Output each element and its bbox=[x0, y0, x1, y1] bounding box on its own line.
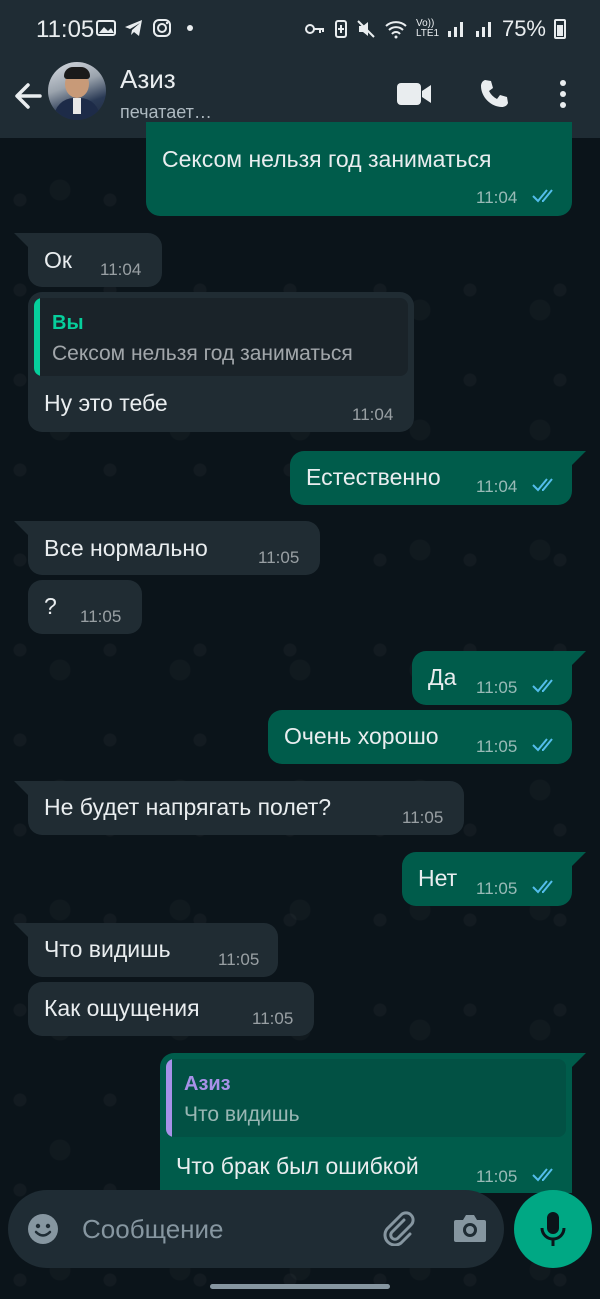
message-bubble-outgoing[interactable]: Естественно 11:04 bbox=[290, 451, 572, 505]
message-bubble-incoming[interactable]: Как ощущения 11:05 bbox=[28, 982, 314, 1036]
message-time: 11:04 bbox=[100, 260, 142, 279]
key-icon bbox=[304, 24, 324, 34]
mic-button[interactable] bbox=[514, 1190, 592, 1268]
system-icons: Vo)) LTE1 75% bbox=[304, 16, 566, 42]
bubble-tail bbox=[572, 1053, 586, 1067]
status-time: 11:05 bbox=[36, 16, 95, 43]
battery-icon bbox=[554, 19, 566, 39]
read-ticks-icon bbox=[532, 1168, 553, 1182]
message-text: Что видишь bbox=[44, 936, 171, 962]
avatar[interactable] bbox=[48, 62, 106, 120]
signal-icon bbox=[447, 22, 463, 37]
message-time: 11:05 bbox=[476, 737, 518, 756]
message-time: 11:05 bbox=[476, 879, 518, 898]
message-bubble-incoming[interactable]: ? 11:05 bbox=[28, 580, 142, 634]
message-bubble-outgoing[interactable]: Очень хорошо 11:05 bbox=[268, 710, 572, 764]
message-time: 11:05 bbox=[252, 1009, 294, 1028]
message-time: 11:04 bbox=[352, 405, 394, 424]
message-text: Ну это тебе bbox=[44, 390, 168, 416]
message-text: Ок bbox=[44, 247, 72, 273]
message-bubble-incoming-reply[interactable]: Вы Сексом нельзя год заниматься Ну это т… bbox=[28, 292, 414, 432]
back-arrow-icon[interactable] bbox=[10, 76, 46, 116]
video-call-icon[interactable] bbox=[396, 82, 432, 106]
bubble-tail bbox=[14, 521, 28, 535]
message-text: ? bbox=[44, 593, 57, 619]
status-bar: 11:05 Vo)) LTE1 75% bbox=[0, 0, 600, 58]
notification-icons bbox=[96, 18, 200, 38]
message-text: Сексом нельзя год заниматься bbox=[162, 146, 492, 172]
message-bubble-incoming[interactable]: Не будет напрягать полет? 11:05 bbox=[28, 781, 464, 835]
mute-icon bbox=[357, 20, 375, 38]
message-time: 11:04 bbox=[476, 477, 518, 496]
bubble-tail bbox=[572, 852, 586, 866]
quote-author: Вы bbox=[52, 312, 84, 334]
quote-bar bbox=[166, 1059, 172, 1137]
message-bubble-outgoing[interactable]: Нет 11:05 bbox=[402, 852, 572, 906]
quoted-message[interactable]: Вы Сексом нельзя год заниматься bbox=[34, 298, 408, 376]
attach-icon[interactable] bbox=[380, 1210, 416, 1246]
message-composer[interactable]: Сообщение bbox=[8, 1190, 504, 1268]
message-time: 11:05 bbox=[476, 1167, 518, 1186]
emoji-icon[interactable] bbox=[26, 1212, 60, 1246]
message-time: 11:05 bbox=[258, 548, 300, 567]
message-text: Как ощущения bbox=[44, 995, 200, 1021]
message-time: 11:05 bbox=[80, 607, 122, 626]
contact-name[interactable]: Азиз bbox=[120, 64, 176, 95]
message-text: Очень хорошо bbox=[284, 723, 439, 749]
message-time: 11:05 bbox=[218, 950, 260, 969]
read-ticks-icon bbox=[532, 738, 553, 752]
bubble-tail bbox=[572, 651, 586, 665]
message-time: 11:05 bbox=[476, 678, 518, 697]
network-label: Vo)) LTE1 bbox=[415, 18, 440, 39]
message-text: Все нормально bbox=[44, 535, 208, 561]
quote-text: Что видишь bbox=[184, 1103, 300, 1126]
message-bubble-incoming[interactable]: Все нормально 11:05 bbox=[28, 521, 320, 575]
read-ticks-icon bbox=[532, 679, 553, 693]
message-bubble-incoming[interactable]: Ок 11:04 bbox=[28, 233, 162, 287]
more-vert-icon[interactable] bbox=[556, 78, 570, 110]
message-bubble-incoming[interactable]: Что видишь 11:05 bbox=[28, 923, 278, 977]
message-text: Не будет напрягать полет? bbox=[44, 794, 332, 820]
battery-percent: 75% bbox=[501, 16, 546, 41]
message-bubble-outgoing[interactable]: Сексом нельзя год заниматься 11:04 bbox=[146, 122, 572, 216]
read-ticks-icon bbox=[532, 478, 553, 492]
quote-bar bbox=[34, 298, 40, 376]
camera-icon[interactable] bbox=[452, 1212, 488, 1244]
gallery-icon bbox=[96, 20, 116, 36]
signal-2-icon bbox=[475, 22, 491, 37]
message-bubble-outgoing[interactable]: Да 11:05 bbox=[412, 651, 572, 705]
read-ticks-icon bbox=[532, 880, 553, 894]
message-text: Да bbox=[428, 664, 457, 690]
mic-icon bbox=[540, 1212, 566, 1246]
message-time: 11:04 bbox=[476, 188, 518, 207]
message-bubble-outgoing-reply[interactable]: Азиз Что видишь Что брак был ошибкой 11:… bbox=[160, 1053, 572, 1193]
battery-saver-icon bbox=[334, 20, 347, 38]
wifi-icon bbox=[385, 21, 407, 39]
message-time: 11:05 bbox=[402, 808, 444, 827]
home-indicator[interactable] bbox=[210, 1284, 390, 1289]
bubble-tail bbox=[14, 233, 28, 247]
contact-status: печатает… bbox=[120, 102, 212, 122]
message-text: Естественно bbox=[306, 464, 441, 490]
quote-text: Сексом нельзя год заниматься bbox=[52, 342, 353, 365]
quoted-message[interactable]: Азиз Что видишь bbox=[166, 1059, 566, 1137]
bubble-tail bbox=[14, 781, 28, 795]
message-input[interactable]: Сообщение bbox=[82, 1214, 224, 1245]
instagram-icon bbox=[153, 19, 171, 37]
bubble-tail bbox=[14, 923, 28, 937]
read-ticks-icon bbox=[532, 189, 553, 203]
quote-author: Азиз bbox=[184, 1073, 231, 1095]
dot-icon bbox=[187, 25, 193, 31]
bubble-tail bbox=[572, 451, 586, 465]
message-text: Что брак был ошибкой bbox=[176, 1153, 419, 1179]
message-text: Нет bbox=[418, 865, 458, 891]
telegram-icon bbox=[125, 20, 142, 36]
phone-icon[interactable] bbox=[478, 78, 510, 110]
